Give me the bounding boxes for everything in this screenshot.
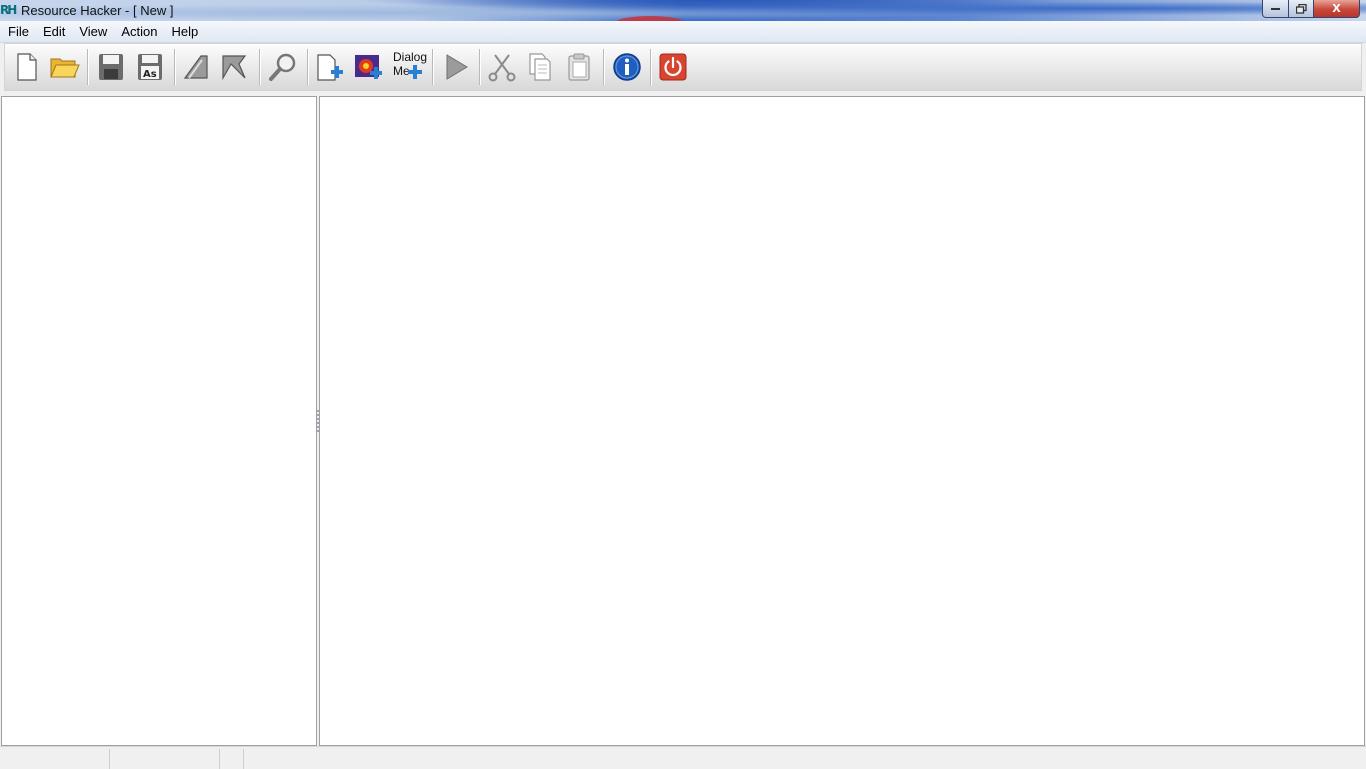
compile-forward-button[interactable] [217,49,251,85]
search-magnifier-icon [269,53,296,81]
toolbar-separator [259,49,260,85]
add-resource-icon [317,54,343,81]
paste-button[interactable] [562,49,596,85]
info-icon [613,53,641,81]
window-controls: X [1262,0,1360,18]
toolbar-separator [603,49,604,85]
find-button[interactable] [265,49,299,85]
cut-button[interactable] [485,49,519,85]
save-as-icon: As [138,54,162,80]
new-button[interactable] [9,49,43,85]
menu-file[interactable]: File [2,22,35,42]
toolbar-separator [87,49,88,85]
exit-button[interactable] [656,49,690,85]
toolbar-separator [479,49,480,85]
add-image-button[interactable] [352,49,386,85]
menu-action[interactable]: Action [115,22,163,42]
run-button[interactable] [438,49,472,85]
menu-help[interactable]: Help [165,22,204,42]
dialog-merger-icon: Dialog Me [391,49,427,85]
exit-power-icon [659,53,687,81]
title-bar[interactable]: RH Resource Hacker - [ New ] X [0,0,1366,21]
maximize-button[interactable] [1289,0,1314,18]
save-button[interactable] [94,49,128,85]
dialog-merger-button[interactable]: Dialog Me [391,49,427,85]
status-panel-1 [0,749,110,769]
save-icon [99,54,123,80]
window-title: Resource Hacker - [ New ] [21,3,174,18]
close-button[interactable]: X [1314,0,1360,18]
toolbar-separator [650,49,651,85]
dialog-merger-label-line1: Dialog [393,50,428,64]
status-panel-4 [244,749,1366,769]
add-image-resource-icon [355,55,382,79]
about-button[interactable] [610,49,644,85]
app-logo-icon: RH [0,3,17,17]
compile-forward-icon [222,55,247,81]
toolbar-separator [307,49,308,85]
save-as-button[interactable]: As [133,49,167,85]
svg-text:As: As [143,69,157,80]
close-icon: X [1332,2,1341,15]
compile-back-icon [183,55,208,79]
new-file-icon [17,53,37,81]
plus-icon [408,65,422,79]
menu-edit[interactable]: Edit [37,22,71,42]
toolbar-separator [432,49,433,85]
restore-icon [1295,3,1307,14]
cut-scissors-icon [488,54,516,82]
minimize-icon [1270,7,1280,10]
status-panel-2 [110,749,220,769]
status-bar [0,746,1366,769]
compile-back-button[interactable] [179,49,213,85]
open-button[interactable] [47,49,81,85]
menu-bar: File Edit View Action Help [0,21,1366,43]
run-play-icon [446,54,468,80]
open-folder-icon [50,58,80,78]
minimize-button[interactable] [1262,0,1289,18]
copy-icon [529,53,551,81]
resource-editor-pane[interactable] [319,96,1365,746]
copy-button[interactable] [523,49,557,85]
resource-tree-pane[interactable] [1,96,317,746]
paste-icon [568,53,590,81]
add-resource-button[interactable] [313,49,347,85]
menu-view[interactable]: View [73,22,113,42]
toolbar: As Dialog Me [4,43,1362,91]
toolbar-separator [174,49,175,85]
status-panel-3 [220,749,244,769]
